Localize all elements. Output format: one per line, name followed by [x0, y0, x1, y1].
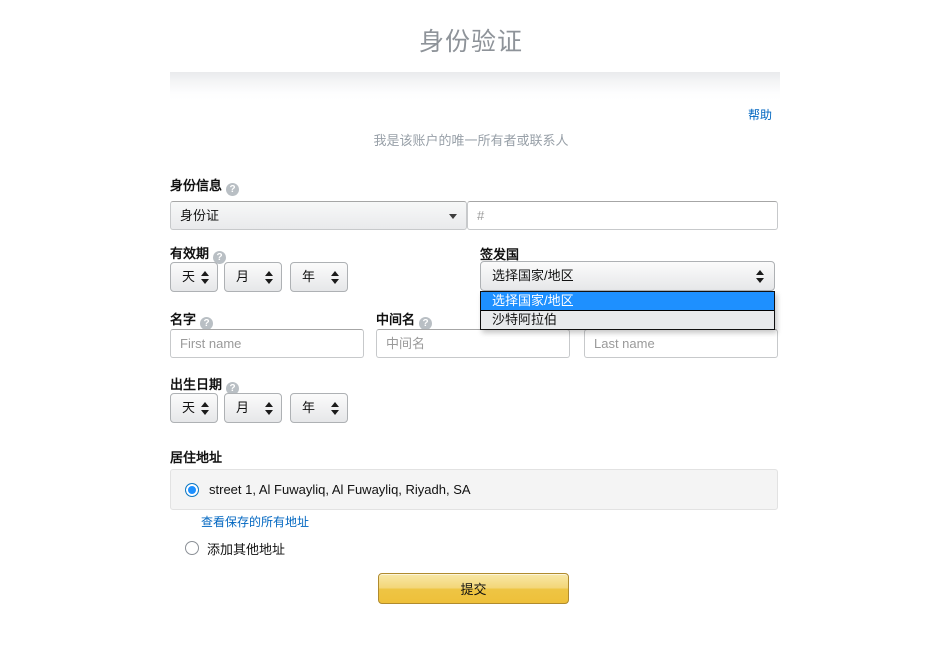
add-other-address-label: 添加其他地址: [207, 542, 286, 557]
issuing-country-label-text: 签发国: [480, 247, 520, 262]
identity-type-value: 身份证: [180, 208, 220, 223]
identity-info-label-text: 身份信息: [170, 178, 223, 193]
expiry-date-label: 有效期?: [170, 243, 227, 264]
issuing-country-dropdown-list[interactable]: 选择国家/地区 沙特阿拉伯: [480, 291, 775, 330]
birth-month-select[interactable]: 月: [224, 393, 282, 423]
expiry-month-value: 月: [236, 269, 250, 284]
updown-arrows-icon: [331, 402, 339, 416]
birth-day-value: 天: [182, 400, 196, 415]
question-mark-icon[interactable]: ?: [226, 183, 240, 196]
page-title: 身份验证: [418, 28, 523, 56]
submit-button[interactable]: 提交: [378, 573, 569, 604]
identity-number-input[interactable]: [467, 201, 778, 230]
help-link[interactable]: 帮助: [748, 106, 772, 123]
first-name-input[interactable]: [170, 329, 364, 358]
expiry-year-select[interactable]: 年: [290, 262, 348, 292]
updown-arrows-icon: [331, 271, 339, 285]
add-other-address-radio[interactable]: [185, 541, 199, 555]
first-name-label-text: 名字: [170, 312, 197, 327]
updown-arrows-icon: [201, 402, 209, 416]
issuing-country-value: 选择国家/地区: [492, 268, 574, 283]
view-all-saved-addresses-link[interactable]: 查看保存的所有地址: [201, 513, 309, 530]
expiry-day-select[interactable]: 天: [170, 262, 218, 292]
residential-address-label: 居住地址: [170, 447, 222, 466]
saved-address-radio[interactable]: [185, 483, 199, 497]
birth-month-value: 月: [236, 400, 250, 415]
expiry-date-label-text: 有效期: [170, 246, 210, 261]
chevron-down-icon: [449, 214, 457, 219]
birth-day-select[interactable]: 天: [170, 393, 218, 423]
updown-arrows-icon: [265, 402, 273, 416]
updown-arrows-icon: [756, 270, 764, 284]
last-name-input[interactable]: [584, 329, 778, 358]
issuing-country-select[interactable]: 选择国家/地区: [480, 261, 775, 291]
saved-address-text: street 1, Al Fuwayliq, Al Fuwayliq, Riya…: [209, 482, 471, 497]
birth-date-label-text: 出生日期: [170, 377, 223, 392]
header-divider: [170, 72, 780, 100]
residential-address-label-text: 居住地址: [170, 450, 223, 465]
middle-name-label: 中间名?: [376, 309, 433, 330]
country-option-saudi-arabia[interactable]: 沙特阿拉伯: [481, 311, 774, 329]
birth-year-value: 年: [302, 400, 316, 415]
updown-arrows-icon: [201, 271, 209, 285]
expiry-month-select[interactable]: 月: [224, 262, 282, 292]
country-option-placeholder[interactable]: 选择国家/地区: [481, 292, 774, 311]
identity-info-label: 身份信息?: [170, 175, 240, 196]
middle-name-label-text: 中间名: [376, 312, 416, 327]
identity-type-select[interactable]: 身份证: [170, 201, 467, 230]
first-name-label: 名字?: [170, 309, 214, 330]
middle-name-input[interactable]: [376, 329, 570, 358]
birth-year-select[interactable]: 年: [290, 393, 348, 423]
page-subtitle: 我是该账户的唯一所有者或联系人: [373, 133, 569, 148]
birth-date-label: 出生日期?: [170, 374, 240, 395]
expiry-day-value: 天: [182, 269, 196, 284]
expiry-year-value: 年: [302, 269, 316, 284]
updown-arrows-icon: [265, 271, 273, 285]
